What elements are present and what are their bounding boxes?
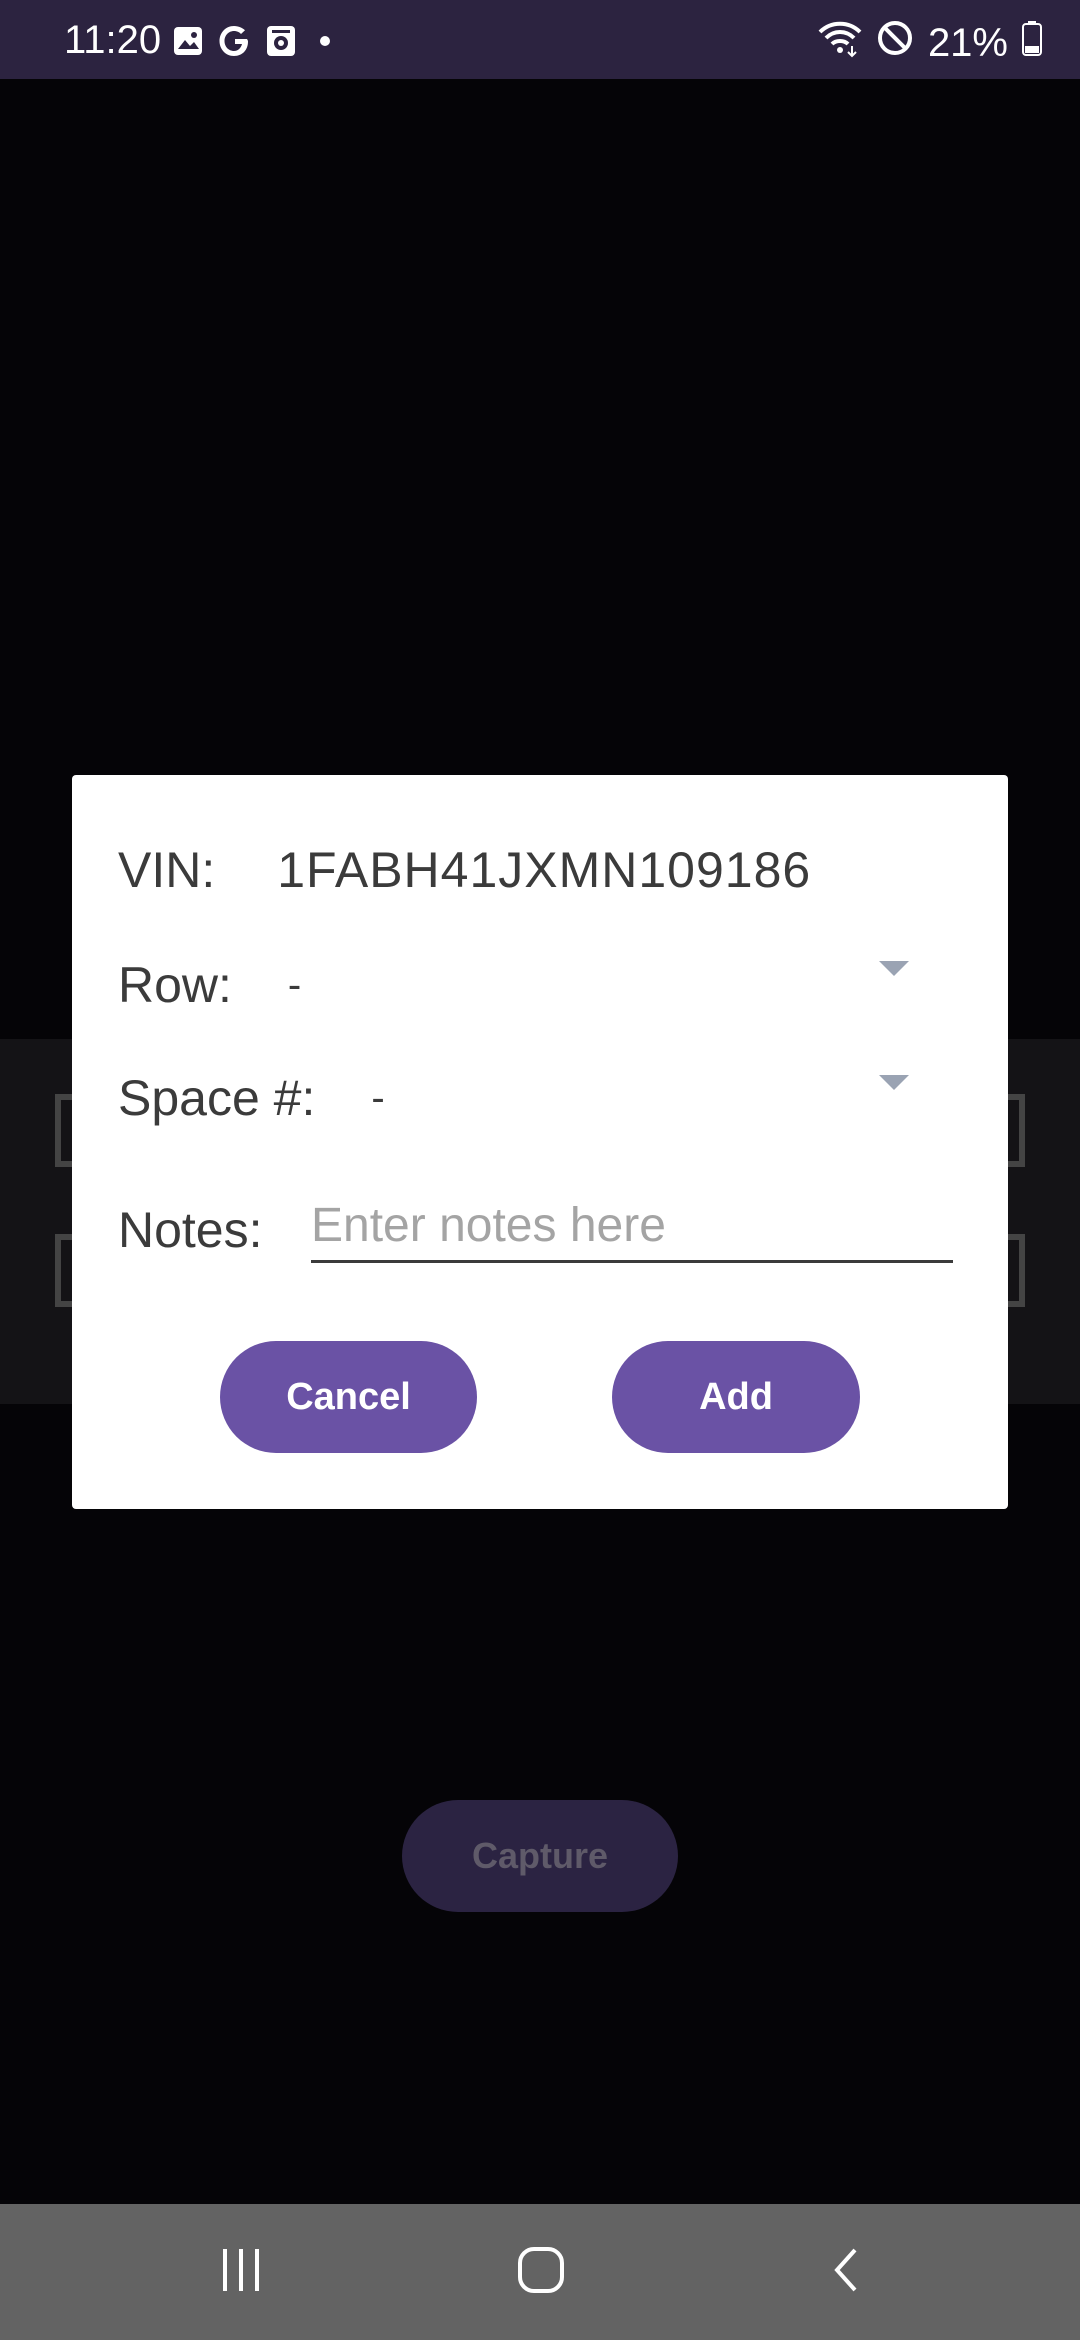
notes-row: Notes: (118, 1190, 263, 1270)
space-select-line: Space #: - (118, 1058, 385, 1138)
home-button[interactable] (461, 2204, 621, 2340)
recent-apps-button[interactable] (161, 2204, 321, 2340)
navigation-bar (0, 2204, 1080, 2340)
back-button[interactable] (766, 2204, 926, 2340)
status-right: 21% (818, 18, 1042, 68)
status-time: 11:20 (64, 18, 162, 62)
chevron-down-icon[interactable] (879, 961, 909, 976)
add-button[interactable]: Add (612, 1341, 860, 1453)
vin-value: 1FABH41JXMN109186 (277, 842, 812, 898)
do-not-disturb-icon (876, 19, 914, 67)
home-icon (517, 2246, 565, 2299)
back-icon (829, 2246, 863, 2299)
notes-label: Notes: (118, 1202, 263, 1258)
recent-apps-icon (217, 2247, 265, 2298)
notes-input[interactable] (311, 1190, 953, 1263)
status-bar: 11:20 21% (0, 0, 1080, 79)
media-icon (266, 25, 296, 62)
battery-percent: 21% (927, 20, 1008, 65)
google-icon (218, 24, 252, 63)
vin-row: VIN: 1FABH41JXMN109186 (118, 830, 811, 910)
wifi-icon (818, 18, 862, 68)
dot-icon (310, 26, 340, 61)
chevron-down-icon[interactable] (879, 1075, 909, 1090)
row-select-line: Row: - (118, 945, 301, 1025)
space-label: Space #: (118, 1070, 316, 1126)
space-select-value: - (371, 1075, 385, 1120)
status-notification-icons (172, 24, 340, 63)
row-label: Row: (118, 957, 232, 1013)
capture-button[interactable]: Capture (402, 1800, 678, 1912)
row-select-value: - (287, 962, 302, 1007)
add-vehicle-dialog: VIN: 1FABH41JXMN109186 Row: - Space #: -… (72, 775, 1008, 1509)
vin-label: VIN: (118, 842, 216, 898)
battery-icon (1022, 20, 1042, 66)
image-icon (172, 25, 204, 62)
cancel-button[interactable]: Cancel (220, 1341, 477, 1453)
